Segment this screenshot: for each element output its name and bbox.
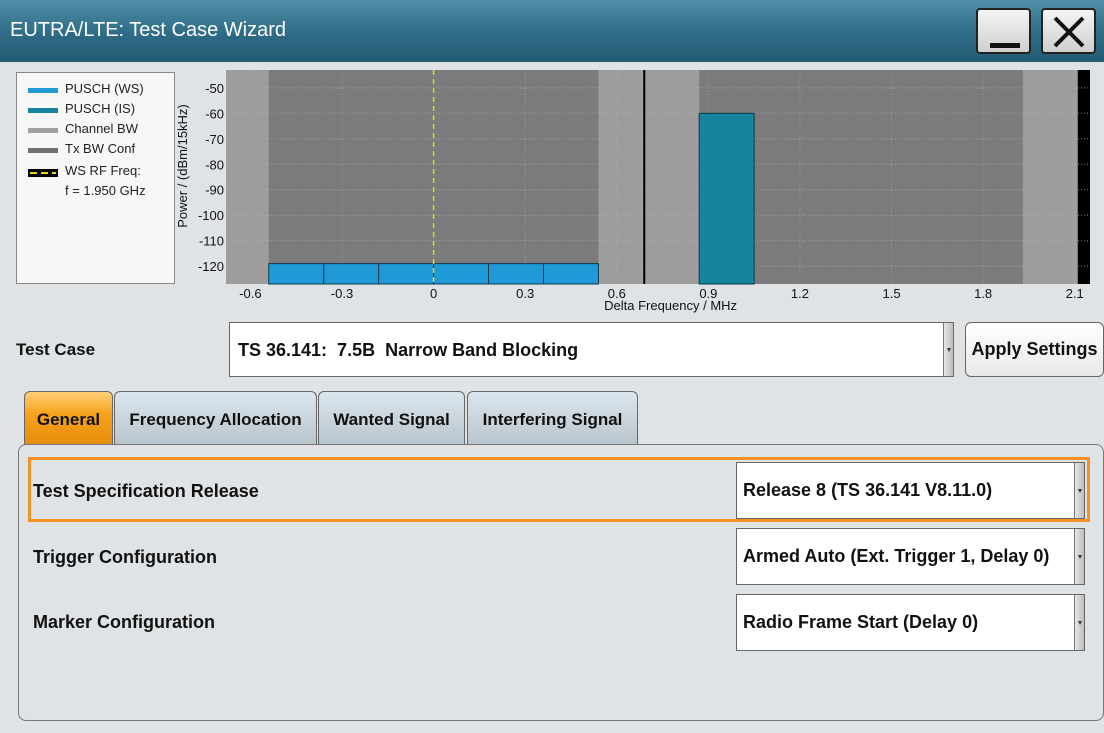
marker-config-select[interactable]: Radio Frame Start (Delay 0)	[736, 594, 1085, 651]
bar-pusch-ws-1	[323, 263, 380, 285]
y-tick-label: -110	[199, 234, 224, 249]
bar-pusch-ws-4	[488, 263, 545, 285]
test-spec-release-select[interactable]: Release 8 (TS 36.141 V8.11.0)	[736, 462, 1085, 519]
test-case-value: TS 36.141: 7.5B Narrow Band Blocking	[238, 340, 579, 360]
trigger-config-label: Trigger Configuration	[33, 547, 217, 567]
test-case-wizard-window: EUTRA/LTE: Test Case Wizard PUSCH (WS) P…	[0, 0, 1104, 733]
test-spec-release-label: Test Specification Release	[33, 481, 259, 501]
y-tick-label: -70	[205, 132, 224, 147]
trigger-config-select[interactable]: Armed Auto (Ext. Trigger 1, Delay 0)	[736, 528, 1085, 585]
tab-wanted-signal[interactable]: Wanted Signal	[318, 391, 465, 444]
x-tick-label: -0.3	[331, 286, 353, 301]
x-tick-label: 1.8	[974, 286, 992, 301]
y-tick-label: -50	[205, 81, 224, 96]
y-tick-label: -80	[205, 157, 224, 172]
apply-settings-button[interactable]: Apply Settings	[965, 322, 1104, 377]
bar-pusch-ws-5	[543, 263, 599, 285]
bar-pusch-is-0	[698, 112, 755, 285]
bar-pusch-ws-0	[268, 263, 325, 285]
x-axis-title: Delta Frequency / MHz	[604, 298, 737, 313]
chevron-down-icon[interactable]	[943, 323, 953, 376]
y-tick-label: -60	[205, 106, 224, 121]
tab-frequency-allocation[interactable]: Frequency Allocation	[114, 391, 317, 444]
x-tick-label: 1.5	[883, 286, 901, 301]
chevron-down-icon[interactable]	[1074, 595, 1084, 650]
x-tick-label: 0.3	[516, 286, 534, 301]
x-tick-label: -0.6	[239, 286, 261, 301]
tab-general[interactable]: General	[24, 391, 113, 446]
x-tick-label: 1.2	[791, 286, 809, 301]
x-tick-label: 0	[430, 286, 437, 301]
tab-interfering-signal[interactable]: Interfering Signal	[467, 391, 638, 444]
trigger-config-value: Armed Auto (Ext. Trigger 1, Delay 0)	[743, 546, 1050, 566]
test-case-select[interactable]: TS 36.141: 7.5B Narrow Band Blocking	[229, 322, 954, 377]
marker-config-value: Radio Frame Start (Delay 0)	[743, 612, 979, 632]
chevron-down-icon[interactable]	[1074, 529, 1084, 584]
bar-pusch-ws-2	[378, 263, 435, 285]
y-tick-label: -120	[198, 259, 224, 274]
y-tick-label: -100	[198, 208, 224, 223]
test-spec-release-value: Release 8 (TS 36.141 V8.11.0)	[743, 480, 993, 500]
marker-config-label: Marker Configuration	[33, 612, 216, 632]
test-case-label: Test Case	[16, 340, 96, 359]
y-tick-label: -90	[205, 183, 224, 198]
x-tick-label: 2.1	[1066, 286, 1084, 301]
bar-pusch-ws-3	[433, 263, 490, 285]
spectrum-chart: -50-60-70-80-90-100-110-120-0.6 -0.3 0 0.3 0…	[198, 70, 1090, 313]
chevron-down-icon[interactable]	[1074, 463, 1084, 518]
